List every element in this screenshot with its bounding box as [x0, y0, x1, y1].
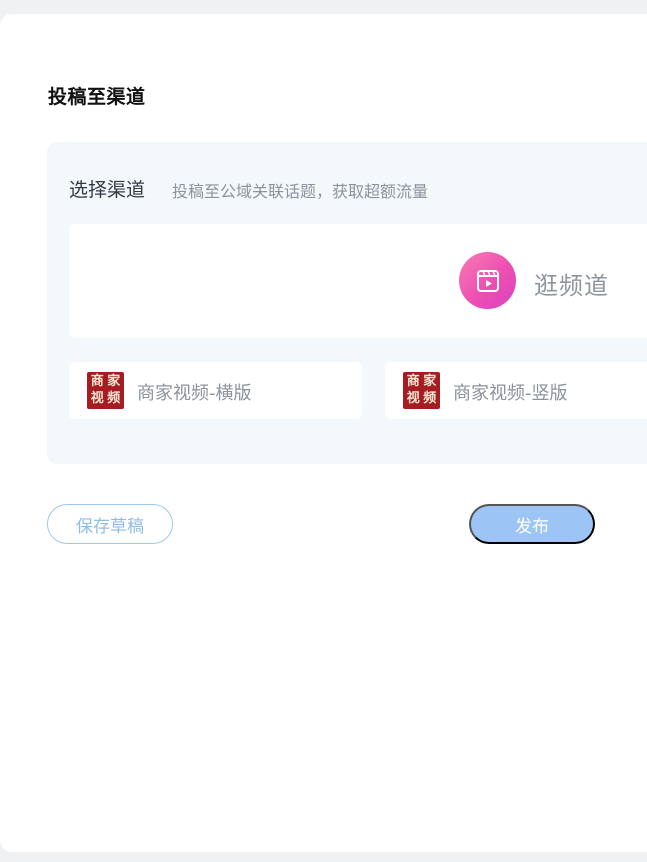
- channel-option-merchant-horizontal[interactable]: 商 家 视 频 商家视频-横版: [69, 362, 362, 419]
- channel-select-panel: 选择渠道 投稿至公域关联话题，获取超额流量 逛频道 商 家 视 频 商家视频-横…: [47, 142, 647, 464]
- channel-option-label: 商家视频-横版: [137, 383, 252, 404]
- save-draft-button[interactable]: 保存草稿: [47, 504, 173, 544]
- publish-button[interactable]: 发布: [469, 504, 595, 544]
- channel-option-guang[interactable]: 逛频道: [69, 224, 647, 338]
- section-label: 选择渠道: [69, 179, 146, 201]
- page-title: 投稿至渠道: [48, 86, 146, 108]
- channel-option-merchant-vertical[interactable]: 商 家 视 频 商家视频-竖版: [385, 362, 647, 419]
- dialog-card: 投稿至渠道 选择渠道 投稿至公域关联话题，获取超额流量 逛频道 商 家 视 频 …: [0, 14, 647, 852]
- merchant-video-seal-icon: 商 家 视 频: [87, 372, 124, 409]
- channel-option-label: 商家视频-竖版: [453, 383, 568, 404]
- channel-option-guang-label: 逛频道: [534, 272, 609, 300]
- video-play-icon: [459, 252, 516, 309]
- section-hint: 投稿至公域关联话题，获取超额流量: [172, 182, 429, 201]
- merchant-video-seal-icon: 商 家 视 频: [403, 372, 440, 409]
